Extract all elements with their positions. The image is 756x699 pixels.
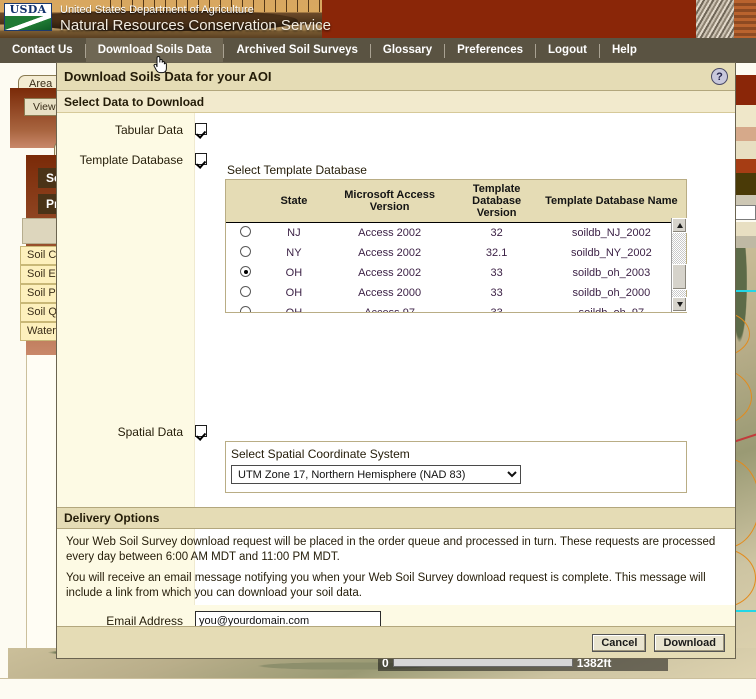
section-header-select-data: Select Data to Download (57, 91, 735, 113)
delivery-paragraph-1: Your Web Soil Survey download request wi… (66, 536, 716, 563)
cell-radio[interactable] (226, 263, 266, 283)
template-database-checkbox[interactable] (195, 153, 207, 165)
table-scrollbar[interactable] (671, 218, 687, 312)
table-header: State Microsoft Access Version Template … (226, 180, 686, 223)
cell-access: Access 97 (322, 303, 457, 312)
nav-item-download-soils-data[interactable]: Download Soils Data (85, 38, 224, 63)
row-tabular-data: Tabular Data (57, 123, 735, 137)
table-header-row: State Microsoft Access Version Template … (226, 180, 686, 223)
usda-logo-swoosh (5, 16, 51, 30)
cell-access: Access 2002 (322, 243, 457, 263)
nav-item-contact-us[interactable]: Contact Us (0, 38, 85, 63)
delivery-paragraph-2: You will receive an email message notify… (66, 572, 706, 599)
scroll-up-button[interactable] (672, 218, 687, 233)
spatial-group-legend: Select Spatial Coordinate System (231, 447, 410, 461)
dialog-title: Download Soils Data for your AOI (64, 69, 272, 84)
row-radio[interactable] (240, 226, 252, 237)
cell-radio[interactable] (226, 222, 266, 243)
cell-state: NJ (265, 222, 323, 243)
cell-version: 32.1 (456, 243, 537, 263)
row-radio-selected[interactable] (240, 266, 252, 277)
cell-version: 33 (456, 263, 537, 283)
section-header-delivery-options: Delivery Options (57, 507, 735, 529)
cell-access: Access 2002 (322, 263, 457, 283)
cell-state: OH (265, 283, 323, 303)
usda-logo: USDA (4, 3, 52, 31)
template-database-table: State Microsoft Access Version Template … (226, 180, 686, 312)
scroll-down-button[interactable] (672, 297, 687, 312)
cell-access: Access 2000 (322, 283, 457, 303)
cell-name: soildb_oh_2003 (536, 263, 686, 283)
col-access-version: Microsoft Access Version (322, 180, 457, 223)
cancel-button[interactable]: Cancel (592, 633, 647, 652)
table-body: NJ Access 2002 32 soildb_NJ_2002 NY Acce… (226, 222, 686, 312)
table-row[interactable]: OH Access 97 33 soildb_oh_97 (226, 303, 686, 312)
row-template-database: Template Database (57, 153, 735, 167)
col-state: State (265, 180, 323, 223)
cell-name: soildb_oh_2000 (536, 283, 686, 303)
row-radio[interactable] (240, 246, 252, 257)
template-group-legend: Select Template Database (227, 163, 367, 177)
cell-name: soildb_oh_97 (536, 303, 686, 312)
dialog-footer: Cancel Download (57, 626, 735, 658)
tabular-data-label: Tabular Data (114, 123, 183, 137)
agency-line-1: United States Department of Agriculture (60, 4, 254, 16)
usda-banner: USDA United States Department of Agricul… (0, 0, 756, 38)
cell-radio[interactable] (226, 283, 266, 303)
usda-logo-text: USDA (9, 3, 47, 16)
cell-version: 33 (456, 283, 537, 303)
row-radio[interactable] (240, 306, 252, 312)
coordinate-system-select[interactable]: UTM Zone 17, Northern Hemisphere (NAD 83… (231, 465, 521, 484)
table-row[interactable]: NY Access 2002 32.1 soildb_NY_2002 (226, 243, 686, 263)
chevron-down-icon (676, 302, 683, 307)
chevron-up-icon (676, 223, 683, 228)
cell-radio[interactable] (226, 243, 266, 263)
tabular-data-checkbox[interactable] (195, 123, 207, 135)
cell-version: 33 (456, 303, 537, 312)
main-navigation: Contact Us Download Soils Data Archived … (0, 38, 756, 63)
cell-name: soildb_NJ_2002 (536, 222, 686, 243)
spatial-data-checkbox[interactable] (195, 425, 207, 437)
cell-state: NY (265, 243, 323, 263)
table-row[interactable]: OH Access 2000 33 soildb_oh_2000 (226, 283, 686, 303)
cell-version: 32 (456, 222, 537, 243)
agency-line-2: Natural Resources Conservation Service (60, 17, 331, 34)
col-template-version: Template Database Version (456, 180, 537, 223)
scrollbar-thumb[interactable] (672, 264, 687, 290)
spatial-data-label: Spatial Data (117, 425, 183, 439)
dialog-body: Tabular Data Template Database Select Te… (57, 113, 735, 658)
nav-item-preferences[interactable]: Preferences (445, 38, 535, 63)
cell-radio[interactable] (226, 303, 266, 312)
table-row[interactable]: NJ Access 2002 32 soildb_NJ_2002 (226, 222, 686, 243)
help-icon[interactable]: ? (711, 68, 728, 85)
row-spatial-data: Spatial Data (57, 425, 735, 439)
table-row[interactable]: OH Access 2002 33 soildb_oh_2003 (226, 263, 686, 283)
template-database-label: Template Database (79, 153, 183, 167)
cell-name: soildb_NY_2002 (536, 243, 686, 263)
nav-item-logout[interactable]: Logout (536, 38, 599, 63)
screen: USDA United States Department of Agricul… (0, 0, 756, 699)
status-bar (0, 678, 756, 699)
col-template-name: Template Database Name (536, 180, 686, 223)
col-select (226, 180, 266, 223)
cell-access: Access 2002 (322, 222, 457, 243)
nav-item-glossary[interactable]: Glossary (371, 38, 444, 63)
nav-item-archived-soil-surveys[interactable]: Archived Soil Surveys (224, 38, 369, 63)
cell-state: OH (265, 303, 323, 312)
dialog-title-bar: Download Soils Data for your AOI ? (57, 63, 735, 91)
banner-photo-secondary (734, 0, 756, 38)
download-soils-data-dialog: Download Soils Data for your AOI ? Selec… (56, 62, 736, 659)
cell-state: OH (265, 263, 323, 283)
scale-bar-track (392, 658, 573, 667)
nav-item-help[interactable]: Help (600, 38, 649, 63)
template-database-group: State Microsoft Access Version Template … (225, 179, 687, 313)
download-button[interactable]: Download (654, 633, 725, 652)
row-radio[interactable] (240, 286, 252, 297)
